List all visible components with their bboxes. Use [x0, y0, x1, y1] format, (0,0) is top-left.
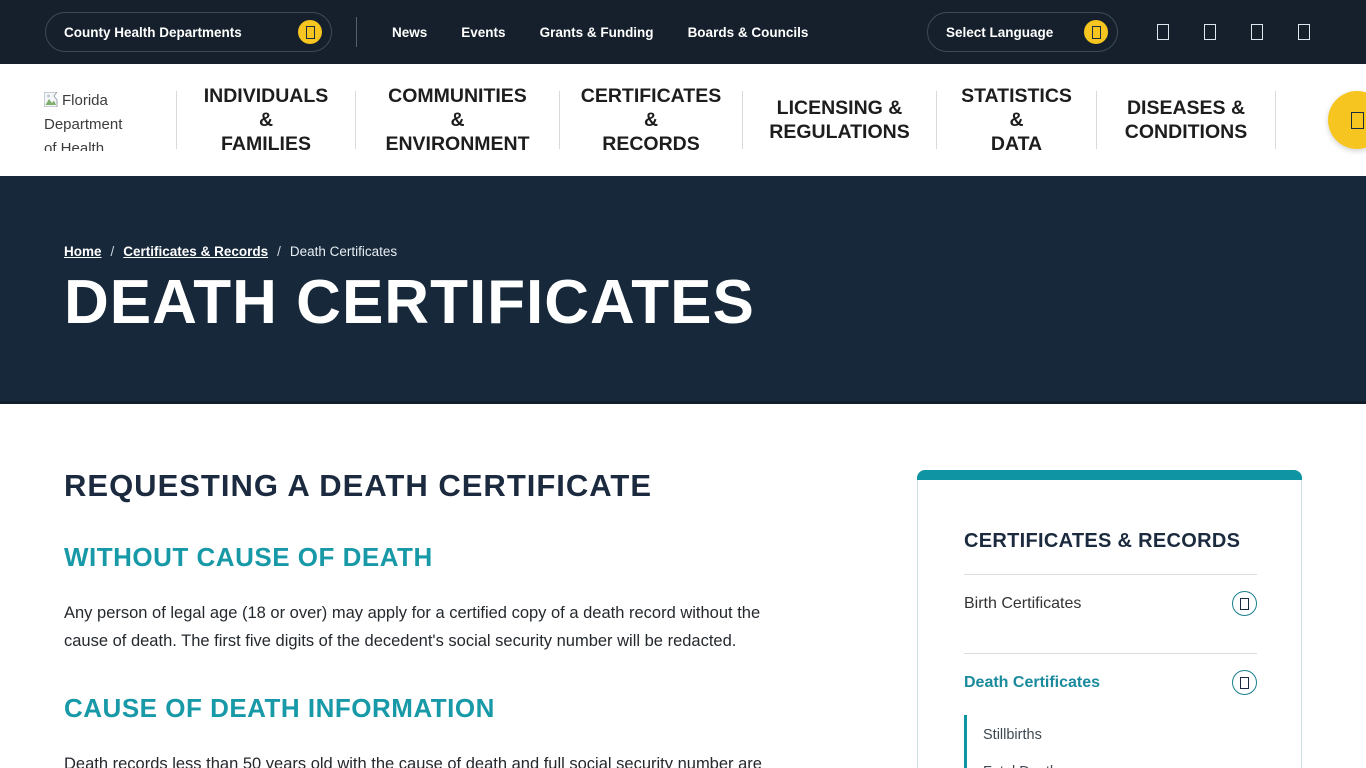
sidebar-subitem-fetal-deaths[interactable]: Fetal Deaths — [983, 764, 1257, 768]
sidebar-item-death-certificates[interactable]: Death Certificates — [964, 654, 1257, 711]
nav-item-diseases-conditions[interactable]: DISEASES & CONDITIONS — [1097, 96, 1275, 144]
sidebar-title: CERTIFICATES & RECORDS — [964, 530, 1257, 553]
nav-item-communities-environment[interactable]: COMMUNITIES & ENVIRONMENT — [356, 84, 559, 156]
page-header: Home / Certificates & Records / Death Ce… — [0, 176, 1366, 404]
nav-divider — [1275, 91, 1276, 149]
content-area: REQUESTING A DEATH CERTIFICATE WITHOUT C… — [0, 404, 1366, 768]
breadcrumb: Home / Certificates & Records / Death Ce… — [64, 176, 1366, 259]
paragraph-without-cause: Any person of legal age (18 or over) may… — [64, 599, 794, 655]
topbar-divider — [356, 17, 357, 47]
nav-item-certificates-records[interactable]: CERTIFICATES & RECORDS — [560, 84, 742, 156]
sidebar-item-label: Death Certificates — [964, 674, 1100, 692]
missing-glyph-icon — [1092, 26, 1101, 39]
breadcrumb-separator: / — [111, 244, 115, 259]
nav-item-licensing-regulations[interactable]: LICENSING & REGULATIONS — [743, 96, 936, 144]
broken-logo-image: Florida Department of Health — [44, 89, 139, 151]
social-icon[interactable] — [1251, 24, 1263, 40]
collapse-icon — [1240, 677, 1249, 689]
section-heading: REQUESTING A DEATH CERTIFICATE — [64, 468, 800, 504]
page-title: DEATH CERTIFICATES — [64, 267, 1366, 338]
social-icon[interactable] — [1204, 24, 1216, 40]
link-grants-funding[interactable]: Grants & Funding — [540, 25, 654, 40]
county-dropdown-icon — [298, 20, 322, 44]
expand-button[interactable] — [1232, 591, 1257, 616]
top-utility-bar: County Health Departments News Events Gr… — [0, 0, 1366, 64]
language-button-label: Select Language — [946, 25, 1053, 40]
subsection-heading-without-cause: WITHOUT CAUSE OF DEATH — [64, 542, 800, 573]
main-navigation-bar: Florida Department of Health INDIVIDUALS… — [0, 64, 1366, 176]
county-health-departments-button[interactable]: County Health Departments — [45, 12, 332, 52]
missing-glyph-icon — [306, 26, 315, 39]
social-icons — [1157, 24, 1310, 40]
breadcrumb-current: Death Certificates — [290, 244, 397, 259]
sidebar-card: CERTIFICATES & RECORDS Birth Certificate… — [917, 480, 1302, 768]
social-icon[interactable] — [1157, 24, 1169, 40]
breadcrumb-home-link[interactable]: Home — [64, 244, 102, 259]
topbar-links: News Events Grants & Funding Boards & Co… — [392, 25, 808, 40]
subsection-heading-cause-info: CAUSE OF DEATH INFORMATION — [64, 693, 800, 724]
site-logo[interactable]: Florida Department of Health — [0, 89, 176, 151]
breadcrumb-section-link[interactable]: Certificates & Records — [123, 244, 268, 259]
collapse-button[interactable] — [1232, 670, 1257, 695]
sidebar-sublist: Stillbirths Fetal Deaths — [964, 715, 1257, 768]
sidebar-subitem-stillbirths[interactable]: Stillbirths — [983, 727, 1257, 743]
sidebar-item-birth-certificates[interactable]: Birth Certificates — [964, 575, 1257, 632]
county-button-label: County Health Departments — [64, 25, 242, 40]
sidebar-item-label: Birth Certificates — [964, 595, 1081, 613]
breadcrumb-separator: / — [277, 244, 281, 259]
sidebar-certificates-records: CERTIFICATES & RECORDS Birth Certificate… — [917, 470, 1302, 768]
social-icon[interactable] — [1298, 24, 1310, 40]
search-button[interactable] — [1328, 91, 1366, 149]
nav-item-statistics-data[interactable]: STATISTICS & DATA — [937, 84, 1096, 156]
link-events[interactable]: Events — [461, 25, 505, 40]
link-boards-councils[interactable]: Boards & Councils — [688, 25, 809, 40]
link-news[interactable]: News — [392, 25, 427, 40]
main-column: REQUESTING A DEATH CERTIFICATE WITHOUT C… — [0, 404, 800, 768]
search-icon — [1351, 112, 1364, 129]
broken-image-icon — [44, 92, 61, 107]
nav-item-individuals-families[interactable]: INDIVIDUALS & FAMILIES — [177, 84, 355, 156]
sidebar-accent-bar — [917, 470, 1302, 480]
language-dropdown-icon — [1084, 20, 1108, 44]
paragraph-cause-info: Death records less than 50 years old wit… — [64, 750, 794, 768]
expand-icon — [1240, 598, 1249, 610]
select-language-button[interactable]: Select Language — [927, 12, 1118, 52]
